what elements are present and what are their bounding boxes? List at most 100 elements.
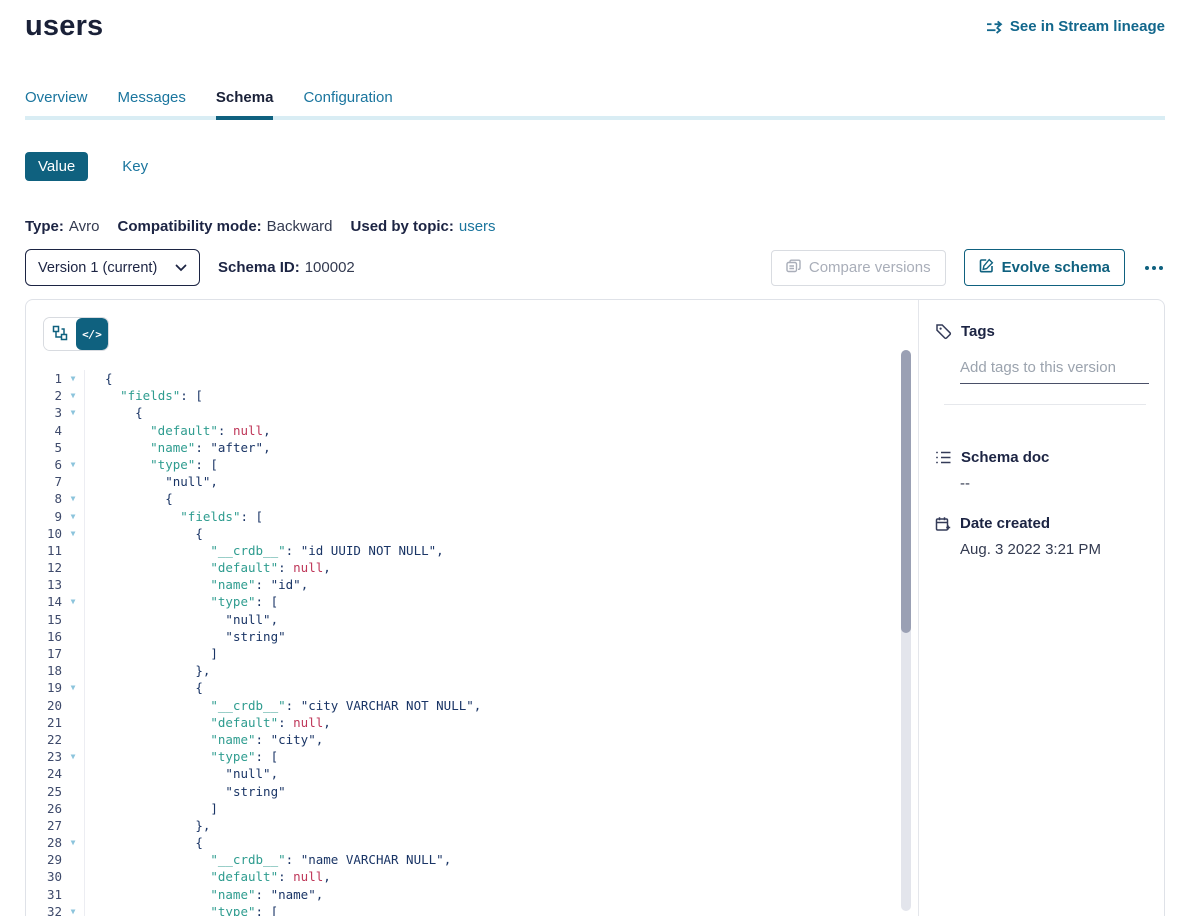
code-text: "string" bbox=[85, 783, 286, 800]
more-options-button[interactable] bbox=[1143, 262, 1165, 274]
line-number: 18 bbox=[26, 662, 62, 679]
meta-item: Type:Avro bbox=[25, 218, 99, 235]
fold-toggle-icon bbox=[62, 645, 84, 662]
line-gutter: 18 bbox=[26, 662, 85, 679]
meta-label: Type: bbox=[25, 218, 64, 235]
tree-view-button[interactable] bbox=[44, 318, 76, 350]
schema-id: Schema ID: 100002 bbox=[218, 259, 355, 276]
line-number: 8 bbox=[26, 490, 62, 507]
schema-code-editor[interactable]: 1▼{2▼ "fields": [3▼ {4 "default": null,5… bbox=[26, 370, 918, 916]
add-tags-input[interactable] bbox=[960, 357, 1149, 384]
fold-toggle-icon[interactable]: ▼ bbox=[62, 456, 84, 473]
code-line: 26 ] bbox=[26, 800, 918, 817]
line-gutter: 14▼ bbox=[26, 593, 85, 610]
line-gutter: 15 bbox=[26, 611, 85, 628]
line-number: 14 bbox=[26, 593, 62, 610]
fold-toggle-icon bbox=[62, 576, 84, 593]
code-line: 21 "default": null, bbox=[26, 714, 918, 731]
date-created-title: Date created bbox=[960, 515, 1050, 532]
line-gutter: 31 bbox=[26, 886, 85, 903]
fold-toggle-icon[interactable]: ▼ bbox=[62, 748, 84, 765]
see-in-stream-lineage-link[interactable]: See in Stream lineage bbox=[986, 10, 1165, 35]
fold-toggle-icon[interactable]: ▼ bbox=[62, 490, 84, 507]
code-line: 24 "null", bbox=[26, 765, 918, 782]
date-created-section: Date created Aug. 3 2022 3:21 PM bbox=[935, 515, 1146, 558]
line-gutter: 20 bbox=[26, 697, 85, 714]
schema-doc-section: Schema doc -- bbox=[935, 449, 1146, 492]
tab-messages[interactable]: Messages bbox=[118, 89, 186, 116]
tab-schema[interactable]: Schema bbox=[216, 89, 274, 116]
line-gutter: 27 bbox=[26, 817, 85, 834]
code-line: 8▼ { bbox=[26, 490, 918, 507]
code-line: 32▼ "type": [ bbox=[26, 903, 918, 916]
fold-toggle-icon[interactable]: ▼ bbox=[62, 834, 84, 851]
meta-label: Compatibility mode: bbox=[117, 218, 261, 235]
code-text: ] bbox=[85, 645, 218, 662]
code-text: { bbox=[85, 525, 203, 542]
line-gutter: 16 bbox=[26, 628, 85, 645]
fold-toggle-icon bbox=[62, 662, 84, 679]
key-tab-button[interactable]: Key bbox=[122, 158, 148, 175]
value-key-toggle: Value Key bbox=[25, 152, 1165, 181]
fold-toggle-icon bbox=[62, 473, 84, 490]
fold-toggle-icon bbox=[62, 714, 84, 731]
line-gutter: 11 bbox=[26, 542, 85, 559]
stream-lineage-icon bbox=[986, 20, 1003, 34]
code-text: "__crdb__": "id UUID NOT NULL", bbox=[85, 542, 444, 559]
fold-toggle-icon bbox=[62, 611, 84, 628]
fold-toggle-icon bbox=[62, 439, 84, 456]
fold-toggle-icon[interactable]: ▼ bbox=[62, 508, 84, 525]
fold-toggle-icon[interactable]: ▼ bbox=[62, 593, 84, 610]
evolve-schema-button[interactable]: Evolve schema bbox=[964, 249, 1125, 286]
fold-toggle-icon[interactable]: ▼ bbox=[62, 903, 84, 916]
fold-toggle-icon[interactable]: ▼ bbox=[62, 370, 84, 387]
sidebar-divider bbox=[944, 404, 1146, 405]
code-line: 6▼ "type": [ bbox=[26, 456, 918, 473]
version-select[interactable]: Version 1 (current) bbox=[25, 249, 200, 286]
tab-bar: Overview Messages Schema Configuration bbox=[25, 89, 1165, 120]
line-number: 20 bbox=[26, 697, 62, 714]
fold-toggle-icon[interactable]: ▼ bbox=[62, 404, 84, 421]
code-text: { bbox=[85, 490, 173, 507]
fold-toggle-icon[interactable]: ▼ bbox=[62, 387, 84, 404]
fold-toggle-icon[interactable]: ▼ bbox=[62, 525, 84, 542]
line-gutter: 26 bbox=[26, 800, 85, 817]
fold-toggle-icon[interactable]: ▼ bbox=[62, 679, 84, 696]
schema-sidebar: Tags Schema doc -- bbox=[918, 300, 1164, 916]
line-gutter: 24 bbox=[26, 765, 85, 782]
code-line: 5 "name": "after", bbox=[26, 439, 918, 456]
fold-toggle-icon bbox=[62, 817, 84, 834]
line-number: 31 bbox=[26, 886, 62, 903]
code-line: 7 "null", bbox=[26, 473, 918, 490]
line-number: 5 bbox=[26, 439, 62, 456]
tab-overview[interactable]: Overview bbox=[25, 89, 88, 116]
schema-doc-value: -- bbox=[960, 475, 1146, 492]
editor-scrollbar-track[interactable] bbox=[901, 350, 911, 911]
compare-versions-button[interactable]: Compare versions bbox=[771, 250, 946, 286]
tag-icon bbox=[935, 323, 952, 340]
meta-value-link[interactable]: users bbox=[459, 218, 496, 235]
schema-card: </> 1▼{2▼ "fields": [3▼ {4 "default": nu… bbox=[25, 299, 1165, 916]
meta-item: Used by topic:users bbox=[351, 218, 496, 235]
line-number: 24 bbox=[26, 765, 62, 782]
code-line: 2▼ "fields": [ bbox=[26, 387, 918, 404]
tab-configuration[interactable]: Configuration bbox=[303, 89, 392, 116]
code-text: "type": [ bbox=[85, 903, 278, 916]
line-number: 15 bbox=[26, 611, 62, 628]
tags-title: Tags bbox=[961, 323, 995, 340]
editor-scrollbar-thumb[interactable] bbox=[901, 350, 911, 633]
line-number: 26 bbox=[26, 800, 62, 817]
line-number: 29 bbox=[26, 851, 62, 868]
code-text: "type": [ bbox=[85, 456, 218, 473]
line-gutter: 23▼ bbox=[26, 748, 85, 765]
line-number: 11 bbox=[26, 542, 62, 559]
value-tab-button[interactable]: Value bbox=[25, 152, 88, 181]
line-gutter: 21 bbox=[26, 714, 85, 731]
code-view-button[interactable]: </> bbox=[76, 318, 108, 350]
line-number: 25 bbox=[26, 783, 62, 800]
fold-toggle-icon bbox=[62, 559, 84, 576]
code-text: "type": [ bbox=[85, 748, 278, 765]
schema-editor-panel: </> 1▼{2▼ "fields": [3▼ {4 "default": nu… bbox=[26, 300, 918, 916]
fold-toggle-icon bbox=[62, 800, 84, 817]
schema-id-value: 100002 bbox=[305, 259, 355, 276]
